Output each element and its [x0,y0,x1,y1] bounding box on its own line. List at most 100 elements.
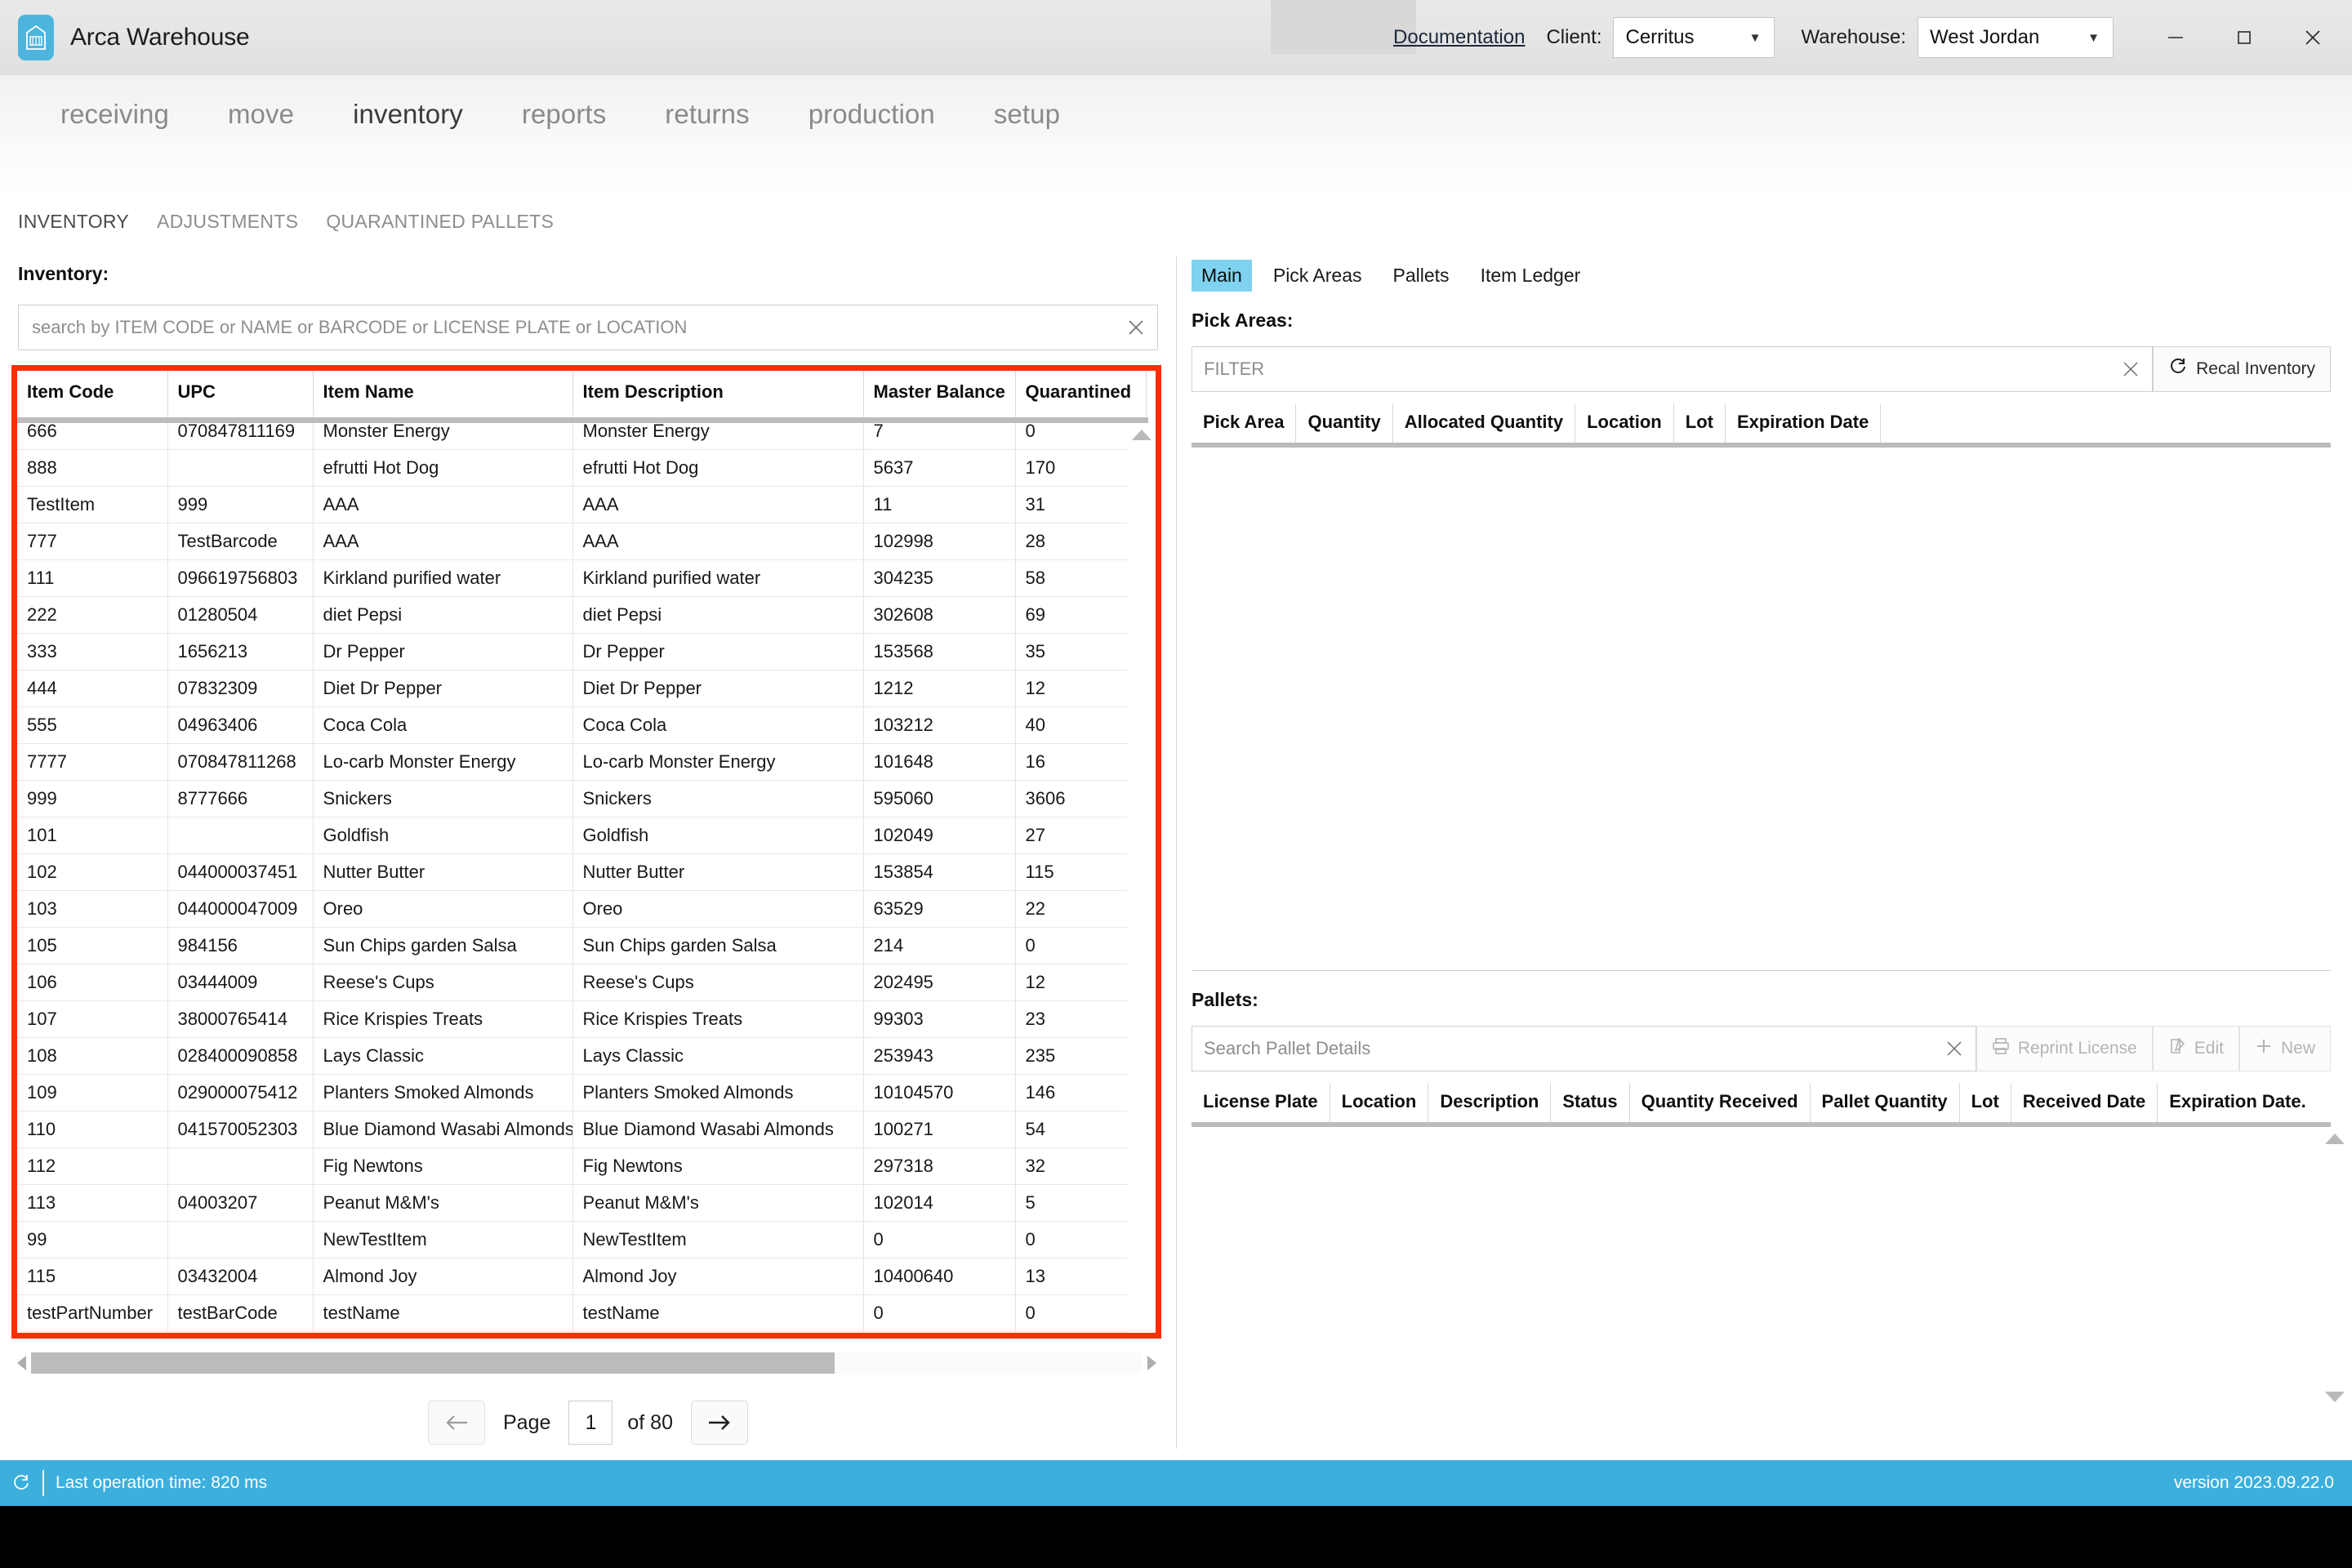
column-header-item-code[interactable]: Item Code [17,371,168,413]
column-pallet-expiration-date[interactable]: Expiration Date. [2158,1083,2331,1122]
table-row[interactable]: 55504963406Coca ColaCoca Cola10321240103… [17,706,1156,744]
table-cell: 103 [17,890,168,928]
column-received-date[interactable]: Received Date [2011,1083,2158,1122]
nav-item-receiving[interactable]: receiving [31,99,198,130]
column-description[interactable]: Description [1428,1083,1552,1122]
column-pallet-lot[interactable]: Lot [1960,1083,2011,1122]
nav-item-production[interactable]: production [779,99,964,130]
table-row[interactable]: 105 984156 Sun Chips garden Salsa Sun Chips… [17,927,1156,964]
column-license-plate[interactable]: License Plate [1192,1083,1330,1122]
table-row[interactable]: TestItem999AAAAAA1131-20 [17,486,1156,523]
column-header-item-name[interactable]: Item Name [313,371,573,413]
tab-quarantined-pallets[interactable]: QUARANTINED PALLETS [326,211,581,233]
column-header-upc[interactable]: UPC [167,371,314,413]
scroll-left-icon[interactable] [11,1352,31,1374]
warehouse-select[interactable]: West Jordan ▼ [1918,17,2114,58]
column-pallet-quantity[interactable]: Pallet Quantity [1811,1083,1960,1122]
tab-pick-areas[interactable]: Pick Areas [1263,260,1372,292]
column-pick-area[interactable]: Pick Area [1192,403,1297,443]
table-row[interactable]: 109 029000075412 Planters Smoked Almonds Pl… [17,1074,1156,1111]
refresh-icon[interactable] [0,1473,42,1493]
nav-item-move[interactable]: move [198,99,323,130]
column-location[interactable]: Location [1575,403,1674,443]
tab-inventory[interactable]: INVENTORY [18,211,157,233]
nav-item-setup[interactable]: setup [964,99,1089,130]
table-row[interactable]: 111 096619756803 Kirkland purified water Ki… [17,559,1156,597]
scroll-down-icon[interactable] [2325,1392,2345,1402]
pick-areas-rows [1177,448,2352,970]
column-header-item-description[interactable]: Item Description [572,371,864,413]
inventory-search[interactable] [18,305,1158,350]
table-cell: Lays Classic [313,1037,573,1075]
nav-item-inventory[interactable]: inventory [323,99,492,130]
table-row[interactable]: 444 07832309 Diet Dr Pepper Diet Dr Pepper 1… [17,670,1156,707]
reprint-license-button[interactable]: Reprint License [1976,1026,2153,1071]
table-row[interactable]: 107 38000765414 Rice Krispies Treats Rice K… [17,1000,1156,1038]
filter-input[interactable] [1192,359,2110,380]
client-select[interactable]: Cerritus ▼ [1613,17,1775,58]
column-header-master-balance[interactable]: Master Balance [863,371,1016,413]
table-row[interactable]: 106 03444009 Reese's Cups Reese's Cups 20249… [17,964,1156,1001]
table-row[interactable]: 108 028400090858 Lays Classic Lays Classic 2… [17,1037,1156,1075]
column-status[interactable]: Status [1551,1083,1630,1122]
next-page-button[interactable] [691,1401,748,1445]
table-row[interactable]: 103044000047009OreoOreo63529226350 [17,890,1156,928]
close-icon[interactable] [2109,347,2152,391]
tab-pallets[interactable]: Pallets [1383,260,1459,292]
recal-inventory-button[interactable]: Recal Inventory [2153,346,2331,392]
table-row[interactable]: 101GoldfishGoldfish102049271020 [17,817,1156,854]
column-header-on-h[interactable]: On H [1146,371,1156,413]
close-icon[interactable] [1933,1027,1976,1071]
table-row[interactable]: 102 044000037451 Nutter Butter Nutter Butte… [17,853,1156,891]
table-row[interactable]: 888 efrutti Hot Dog efrutti Hot Dog 5637 170… [17,449,1156,487]
hscroll-thumb[interactable] [31,1352,835,1374]
table-row[interactable]: 7777 070847811268 Lo-carb Monster Energy Lo… [17,743,1156,781]
grid-vertical-scrollbar[interactable] [1128,423,1156,1333]
column-expiration-date[interactable]: Expiration Date [1726,403,1882,443]
close-icon[interactable] [1115,305,1157,350]
tab-item-ledger[interactable]: Item Ledger [1471,260,1591,292]
table-cell: Planters Smoked Almonds [313,1074,573,1111]
pallets-search[interactable] [1192,1026,1976,1071]
previous-page-button[interactable] [428,1401,485,1445]
pick-areas-filter[interactable] [1192,346,2154,392]
close-icon[interactable] [2278,13,2347,62]
pallets-label: Pallets: [1192,989,1258,1010]
table-row[interactable]: 99NewTestItemNewTestItem000 [17,1221,1156,1258]
table-row[interactable]: 113 04003207 Peanut M&M's Peanut M&M's 10201… [17,1184,1156,1222]
tab-main[interactable]: Main [1192,260,1252,292]
table-row[interactable]: testPartNumber testBarCode testName testNam… [17,1294,1156,1332]
column-quantity-received[interactable]: Quantity Received [1630,1083,1811,1122]
column-header-quarantined[interactable]: Quarantined [1015,371,1147,413]
table-row[interactable]: 112Fig NewtonsFig Newtons297318322972 [17,1147,1156,1185]
minimize-icon[interactable] [2141,13,2210,62]
maximize-icon[interactable] [2210,13,2278,62]
nav-item-reports[interactable]: reports [492,99,635,130]
documentation-link[interactable]: Documentation [1393,26,1525,49]
search-input[interactable] [19,317,1115,338]
title-bar-left: Arca Warehouse [0,15,250,60]
page-number-input[interactable]: 1 [568,1401,613,1445]
table-row[interactable]: 115 03432004 Almond Joy Almond Joy 10400640 1… [17,1258,1156,1295]
column-lot[interactable]: Lot [1674,403,1726,443]
pallet-search-input[interactable] [1192,1038,1933,1059]
details-scroll-down[interactable] [2321,1385,2349,1450]
column-pallet-location[interactable]: Location [1330,1083,1429,1122]
column-allocated-quantity[interactable]: Allocated Quantity [1393,403,1576,443]
grid-horizontal-scrollbar[interactable] [11,1352,1161,1374]
table-row[interactable]: 3331656213Dr PepperDr Pepper153568351535 [17,633,1156,670]
new-button[interactable]: New [2238,1026,2331,1071]
table-row[interactable]: 9998777666SnickersSnickers59506036065914… [17,780,1156,817]
scroll-up-icon[interactable] [1132,430,1152,440]
edit-button[interactable]: Edit [2152,1026,2239,1071]
nav-item-returns[interactable]: returns [635,99,778,130]
table-row[interactable]: 22201280504diet Pepsidiet Pepsi302608693… [17,596,1156,634]
table-row[interactable]: 777TestBarcodeAAAAAA102998281029 [17,523,1156,560]
tab-adjustments[interactable]: ADJUSTMENTS [157,211,326,233]
scroll-right-icon[interactable] [1142,1352,1161,1374]
column-quantity[interactable]: Quantity [1296,403,1393,443]
hscroll-track[interactable] [31,1352,1142,1374]
table-row[interactable]: 110 041570052303 Blue Diamond Wasabi Almon… [17,1111,1156,1148]
scroll-up-icon[interactable] [2325,1134,2345,1144]
inventory-grid[interactable]: Item Code UPC Item Name Item Description Mas… [17,371,1156,1333]
